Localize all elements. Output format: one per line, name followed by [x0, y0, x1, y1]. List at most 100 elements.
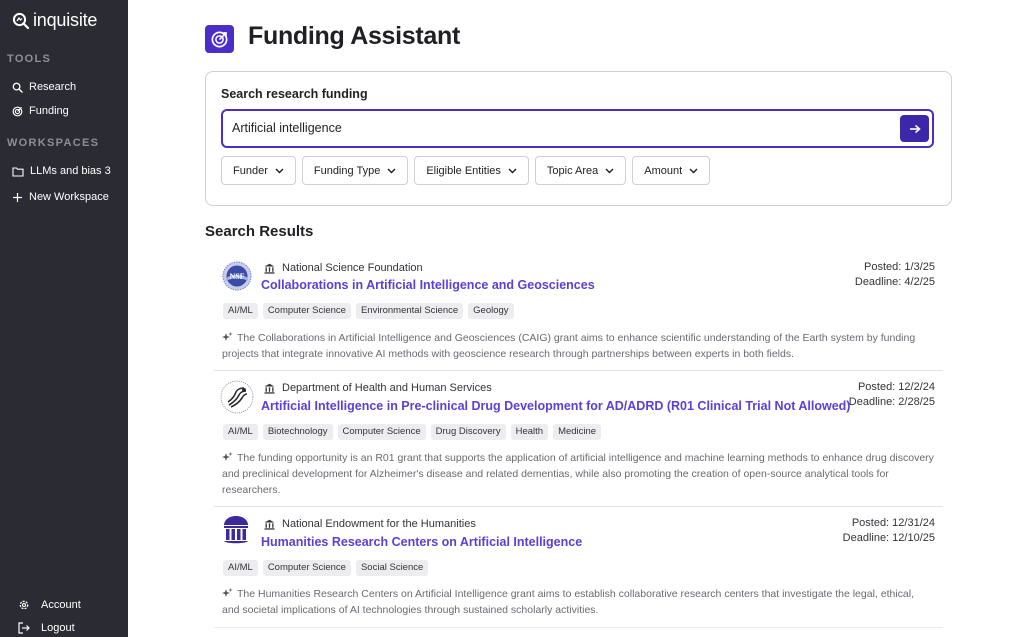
posted-date: Posted: 12/2/24 — [857, 381, 935, 393]
funding-page-icon — [205, 25, 234, 53]
page-title: Funding Assistant — [248, 22, 461, 50]
app-logo[interactable]: inquisite — [12, 10, 97, 31]
sparkle-icon — [222, 332, 233, 341]
nsf-logo-icon: NSF — [222, 261, 252, 291]
tag-list: AI/ML Computer Science Social Science — [223, 560, 429, 576]
filter-label: Amount — [644, 164, 683, 177]
plus-icon — [13, 192, 22, 202]
tools-section-label: TOOLS — [7, 53, 52, 65]
deadline-date: Deadline: 4/2/25 — [854, 276, 935, 288]
result-item: NSF National Science Foundation Collabor… — [214, 257, 943, 369]
sidebar-item-new-workspace[interactable]: New Workspace — [12, 191, 109, 203]
sidebar-item-label: New Workspace — [29, 191, 109, 203]
chevron-down-icon — [508, 168, 517, 173]
sidebar: inquisite TOOLS Research Funding WORKSPA… — [0, 0, 128, 637]
grant-summary: The Collaborations in Artificial Intelli… — [222, 330, 934, 362]
scroll-fade — [128, 623, 1024, 637]
grant-summary-text: The funding opportunity is an R01 grant … — [222, 452, 934, 496]
filter-label: Funder — [233, 164, 268, 177]
chevron-down-icon — [387, 168, 396, 173]
grant-summary: The Humanities Research Centers on Artif… — [222, 586, 934, 618]
workspaces-section-label: WORKSPACES — [7, 137, 100, 149]
folder-icon — [12, 166, 24, 177]
filter-label: Topic Area — [546, 164, 599, 177]
tag: AI/ML — [223, 424, 258, 440]
grant-summary-text: The Humanities Research Centers on Artif… — [222, 588, 915, 616]
institution-icon — [264, 263, 275, 274]
tag: AI/ML — [223, 303, 258, 319]
filter-label: Funding Type — [313, 164, 381, 177]
hhs-logo-icon — [220, 380, 254, 414]
tag-list: AI/ML Computer Science Environmental Sci… — [223, 303, 514, 319]
tag: Health — [510, 424, 549, 440]
grant-title-link[interactable]: Artificial Intelligence in Pre-clinical … — [261, 399, 850, 413]
sidebar-item-label: Logout — [41, 622, 75, 634]
target-icon — [211, 31, 228, 47]
tag: Biotechnology — [262, 424, 333, 440]
tag: Drug Discovery — [430, 424, 506, 440]
arrow-right-icon — [909, 124, 921, 133]
funder-name: Department of Health and Human Services — [282, 382, 492, 394]
sidebar-item-account[interactable]: Account — [18, 599, 81, 611]
result-divider — [214, 506, 943, 507]
search-card: Search research funding Funder Funding T… — [205, 71, 952, 206]
search-submit-button[interactable] — [900, 115, 929, 142]
tag: Social Science — [355, 560, 429, 576]
result-item: Department of Health and Human Services … — [214, 377, 943, 505]
grant-summary-text: The Collaborations in Artificial Intelli… — [222, 332, 916, 360]
filter-eligible-entities[interactable]: Eligible Entities — [414, 156, 529, 185]
grant-title-link[interactable]: Collaborations in Artificial Intelligenc… — [261, 278, 595, 292]
sidebar-item-label: Account — [41, 599, 81, 611]
chevron-down-icon — [605, 168, 614, 173]
sparkle-icon — [222, 588, 233, 597]
grant-dates: Posted: 1/3/25 Deadline: 4/2/25 — [855, 260, 935, 290]
filter-amount[interactable]: Amount — [632, 156, 711, 185]
deadline-date: Deadline: 2/28/25 — [848, 396, 935, 408]
gear-icon — [19, 600, 29, 610]
svg-text:NSF: NSF — [229, 272, 244, 281]
sidebar-item-logout[interactable]: Logout — [18, 622, 75, 634]
result-item: National Endowment for the Humanities Hu… — [214, 513, 943, 625]
search-box — [221, 109, 934, 148]
logo-icon — [12, 12, 30, 29]
search-input[interactable] — [232, 119, 872, 137]
posted-date: Posted: 12/31/24 — [851, 517, 935, 529]
tag: AI/ML — [223, 560, 258, 576]
sparkle-icon — [222, 452, 233, 461]
tag: Medicine — [553, 424, 602, 440]
tag-list: AI/ML Biotechnology Computer Science Dru… — [223, 424, 602, 440]
tag: Computer Science — [262, 303, 351, 319]
tag: Environmental Science — [355, 303, 464, 319]
logo-text: inquisite — [33, 10, 98, 30]
filter-bar: Funder Funding Type Eligible Entities To… — [221, 156, 711, 185]
funder-row: Department of Health and Human Services — [264, 382, 492, 394]
search-icon — [12, 82, 23, 93]
sidebar-item-label: LLMs and bias 3 — [30, 165, 111, 177]
sidebar-item-research[interactable]: Research — [12, 81, 76, 93]
target-icon — [12, 106, 23, 116]
results-title: Search Results — [205, 223, 314, 240]
funder-name: National Science Foundation — [282, 262, 423, 274]
grant-dates: Posted: 12/2/24 Deadline: 2/28/25 — [849, 380, 935, 410]
filter-topic-area[interactable]: Topic Area — [534, 156, 627, 185]
sidebar-item-label: Funding — [29, 105, 69, 117]
tag: Computer Science — [337, 424, 426, 440]
filter-funding-type[interactable]: Funding Type — [301, 156, 409, 185]
institution-icon — [264, 519, 275, 530]
funder-row: National Endowment for the Humanities — [264, 518, 476, 530]
grant-dates: Posted: 12/31/24 Deadline: 12/10/25 — [843, 516, 935, 546]
sidebar-item-workspace[interactable]: LLMs and bias 3 — [12, 165, 111, 177]
neh-logo-icon — [224, 516, 248, 544]
institution-icon — [264, 383, 275, 394]
sidebar-item-label: Research — [29, 81, 77, 93]
chevron-down-icon — [275, 168, 284, 173]
chevron-down-icon — [689, 168, 698, 173]
grant-summary: The funding opportunity is an R01 grant … — [222, 450, 934, 498]
tag: Computer Science — [262, 560, 351, 576]
funder-row: National Science Foundation — [264, 262, 423, 274]
search-label: Search research funding — [221, 87, 368, 101]
sidebar-item-funding[interactable]: Funding — [12, 105, 69, 117]
grant-title-link[interactable]: Humanities Research Centers on Artificia… — [261, 535, 582, 549]
funder-name: National Endowment for the Humanities — [282, 518, 476, 530]
filter-funder[interactable]: Funder — [221, 156, 296, 185]
